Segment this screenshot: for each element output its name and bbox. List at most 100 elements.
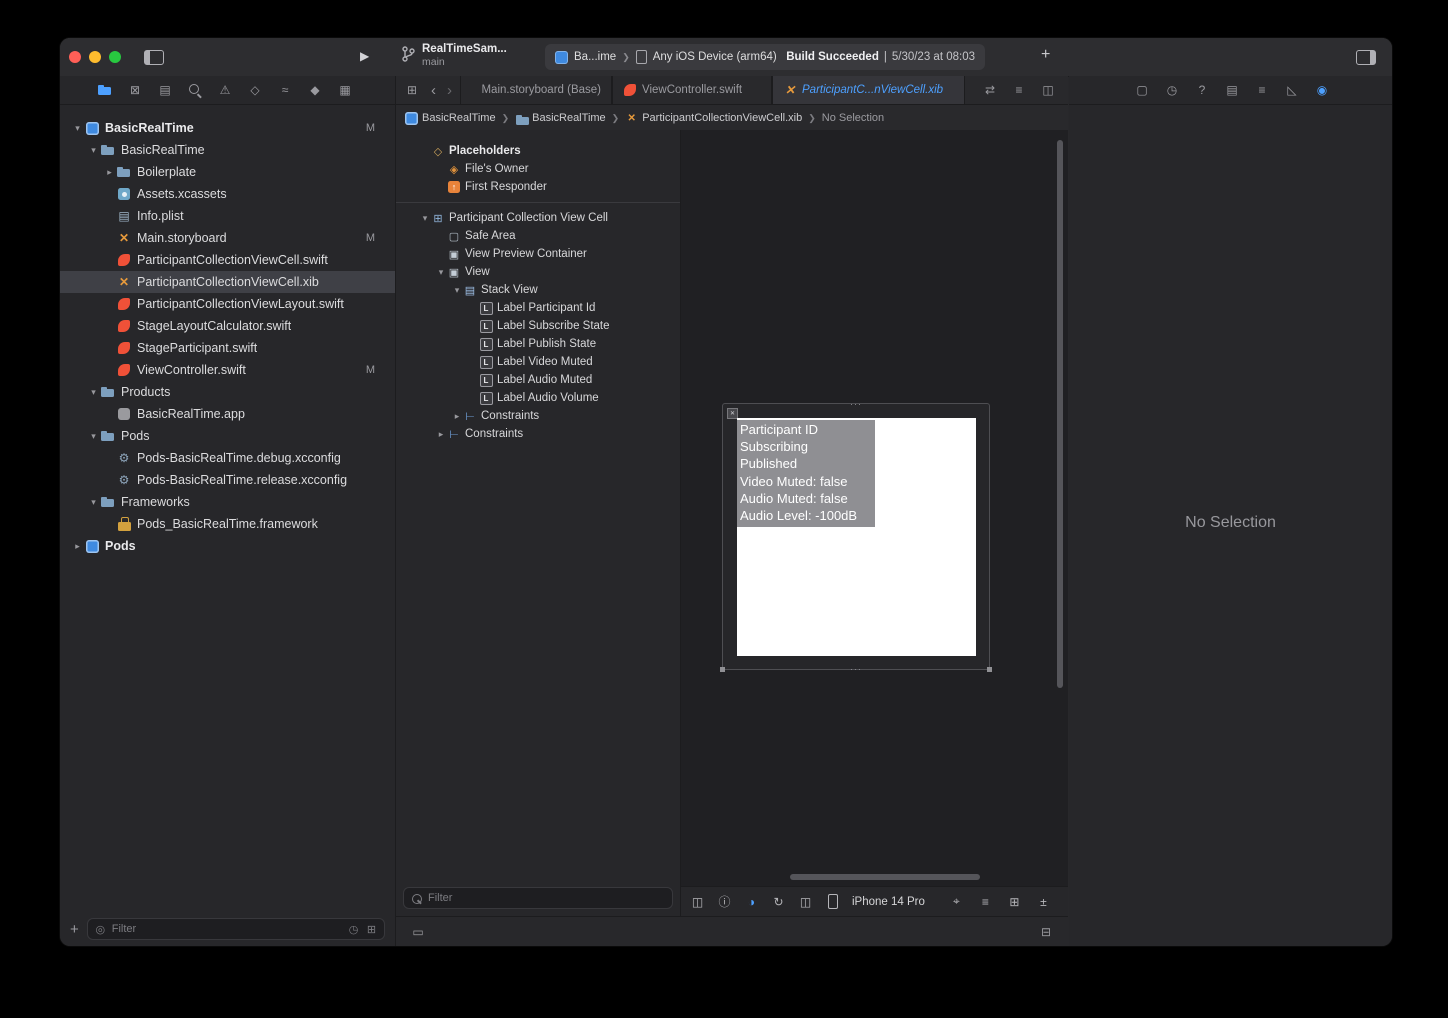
file-row[interactable]: ⚙Pods-BasicRealTime.release.xcconfig [60, 469, 395, 491]
outline-row[interactable]: Label Audio Volume [396, 389, 680, 407]
file-inspector-tab[interactable]: ▢ [1134, 82, 1150, 98]
breadcrumb-item[interactable]: BasicRealTime [515, 112, 606, 125]
editor-tab[interactable]: Main.storyboard (Base) [460, 76, 612, 104]
find-navigator-tab[interactable] [187, 82, 203, 98]
outline-row[interactable]: ▾⊞Participant Collection View Cell [396, 209, 680, 227]
resize-handle-bottom[interactable] [850, 667, 862, 672]
resize-handle-bottom-left[interactable] [720, 667, 725, 672]
project-branch-text[interactable]: RealTimeSam... main [422, 43, 507, 69]
outline-row[interactable]: ◈File's Owner [396, 160, 680, 178]
file-row[interactable]: Pods_BasicRealTime.framework [60, 513, 395, 535]
file-row[interactable]: Assets.xcassets [60, 183, 395, 205]
recent-files-icon[interactable]: ◷ [347, 923, 360, 936]
add-constraints-icon[interactable]: ⊞ [1007, 894, 1022, 910]
connections-inspector-tab[interactable]: ◉ [1314, 82, 1330, 98]
align-icon[interactable]: ≡ [978, 894, 993, 910]
related-items-icon[interactable]: ⊞ [404, 82, 420, 98]
file-row[interactable]: ▤Info.plist [60, 205, 395, 227]
stack-view-overlay[interactable]: Participant IDSubscribingPublishedVideo … [737, 420, 875, 527]
reports-navigator-tab[interactable]: ▦ [337, 82, 353, 98]
disclosure-icon[interactable]: ▸ [435, 429, 447, 440]
appearance-variant-icon[interactable]: ◑ [744, 894, 759, 910]
outline-row[interactable]: ▣View Preview Container [396, 245, 680, 263]
attributes-inspector-tab[interactable]: ≡ [1254, 82, 1270, 98]
outline-row[interactable]: ▸⊢Constraints [396, 425, 680, 443]
outline-filter-field[interactable]: Filter [403, 887, 673, 909]
add-file-button[interactable]: + [70, 921, 79, 938]
file-row[interactable]: ParticipantCollectionViewLayout.swift [60, 293, 395, 315]
outline-row[interactable]: ◇Placeholders [396, 142, 680, 160]
file-row[interactable]: ViewController.swiftM [60, 359, 395, 381]
interface-builder-canvas[interactable]: Participant IDSubscribingPublishedVideo … [681, 130, 1068, 886]
disclosure-icon[interactable]: ▸ [451, 411, 463, 422]
outline-row[interactable]: ▸⊢Constraints [396, 407, 680, 425]
run-button[interactable]: ▶ [360, 49, 369, 63]
add-tab-button[interactable]: + [1041, 46, 1050, 64]
breakpoints-navigator-tab[interactable]: ◆ [307, 82, 323, 98]
file-row[interactable]: StageLayoutCalculator.swift [60, 315, 395, 337]
history-inspector-tab[interactable]: ◷ [1164, 82, 1180, 98]
outline-row[interactable]: Label Participant Id [396, 299, 680, 317]
source-control-navigator-tab[interactable]: ⊠ [127, 82, 143, 98]
identity-inspector-tab[interactable]: ▤ [1224, 82, 1240, 98]
cell-label[interactable]: Participant ID [740, 421, 875, 438]
disclosure-icon[interactable]: ▾ [435, 267, 447, 278]
editor-tab[interactable]: ViewController.swift [612, 76, 772, 104]
bookmarks-navigator-tab[interactable]: ▤ [157, 82, 173, 98]
toggle-debug-area-icon[interactable]: ▭ [410, 924, 426, 940]
cell-label[interactable]: Audio Muted: false [740, 490, 875, 507]
size-inspector-tab[interactable]: ◺ [1284, 82, 1300, 98]
back-icon[interactable]: ‹ [431, 82, 436, 99]
file-row[interactable]: ▸Boilerplate [60, 161, 395, 183]
add-editor-icon[interactable]: ◫ [1040, 82, 1056, 98]
device-icon[interactable] [825, 894, 840, 910]
split-preview-icon[interactable]: ◫ [798, 894, 813, 910]
disclosure-icon[interactable]: ▸ [71, 541, 84, 552]
disclosure-icon[interactable]: ▾ [87, 145, 100, 156]
outline-row[interactable]: First Responder [396, 178, 680, 196]
close-window-button[interactable] [69, 51, 81, 63]
breadcrumb-item[interactable]: BasicRealTime [405, 112, 496, 125]
cell-label[interactable]: Subscribing [740, 438, 875, 455]
minimap-icon[interactable]: ≡ [1011, 82, 1027, 98]
file-row[interactable]: ⚙Pods-BasicRealTime.debug.xcconfig [60, 447, 395, 469]
cell-content-view[interactable]: Participant IDSubscribingPublishedVideo … [737, 418, 976, 656]
outline-row[interactable]: Label Video Muted [396, 353, 680, 371]
outline-row[interactable]: Label Audio Muted [396, 371, 680, 389]
zoom-to-fit-icon[interactable]: ⌖ [949, 894, 964, 910]
destination-name[interactable]: Any iOS Device (arm64) [653, 51, 777, 63]
issues-navigator-tab[interactable]: ⚠ [217, 82, 233, 98]
breadcrumb-item[interactable]: No Selection [822, 112, 884, 124]
zoom-window-button[interactable] [109, 51, 121, 63]
file-row[interactable]: ▸Pods [60, 535, 395, 557]
source-control-filter-icon[interactable]: ⊞ [365, 923, 378, 936]
disclosure-icon[interactable]: ▾ [87, 387, 100, 398]
cell-label[interactable]: Published [740, 455, 875, 472]
file-row[interactable]: ▾Products [60, 381, 395, 403]
disclosure-icon[interactable]: ▾ [71, 123, 84, 134]
cell-label[interactable]: Video Muted: false [740, 473, 875, 490]
toggle-inspector-icon[interactable] [1356, 50, 1376, 65]
toggle-navigator-icon[interactable] [144, 50, 164, 65]
quick-help-inspector-tab[interactable]: ? [1194, 82, 1210, 98]
file-row[interactable]: ▾BasicRealTimeM [60, 117, 395, 139]
file-row[interactable]: ▾BasicRealTime [60, 139, 395, 161]
disclosure-icon[interactable]: ▾ [87, 497, 100, 508]
disclosure-icon[interactable]: ▾ [451, 285, 463, 296]
device-label[interactable]: iPhone 14 Pro [852, 896, 925, 908]
outline-row[interactable]: ▢Safe Area [396, 227, 680, 245]
activity-status[interactable]: Build Succeeded | 5/30/23 at 08:03 [786, 51, 975, 63]
file-row[interactable]: ▾Frameworks [60, 491, 395, 513]
canvas-horizontal-scrollbar[interactable] [790, 874, 980, 880]
orientation-icon[interactable]: ↻ [771, 894, 786, 910]
resize-handle-bottom-right[interactable] [987, 667, 992, 672]
file-row[interactable]: StageParticipant.swift [60, 337, 395, 359]
file-row[interactable]: ▾Pods [60, 425, 395, 447]
breadcrumb-item[interactable]: ✕ParticipantCollectionViewCell.xib [625, 112, 802, 125]
dock-bottom-icon[interactable]: ⊟ [1038, 924, 1054, 940]
editor-tab[interactable]: ✕ParticipantC...nViewCell.xib [772, 76, 965, 104]
tests-navigator-tab[interactable]: ◇ [247, 82, 263, 98]
navigator-filter-field[interactable]: ◎ Filter ◷ ⊞ [87, 918, 385, 940]
resize-handle-top[interactable] [850, 402, 862, 407]
file-row[interactable]: ParticipantCollectionViewCell.swift [60, 249, 395, 271]
